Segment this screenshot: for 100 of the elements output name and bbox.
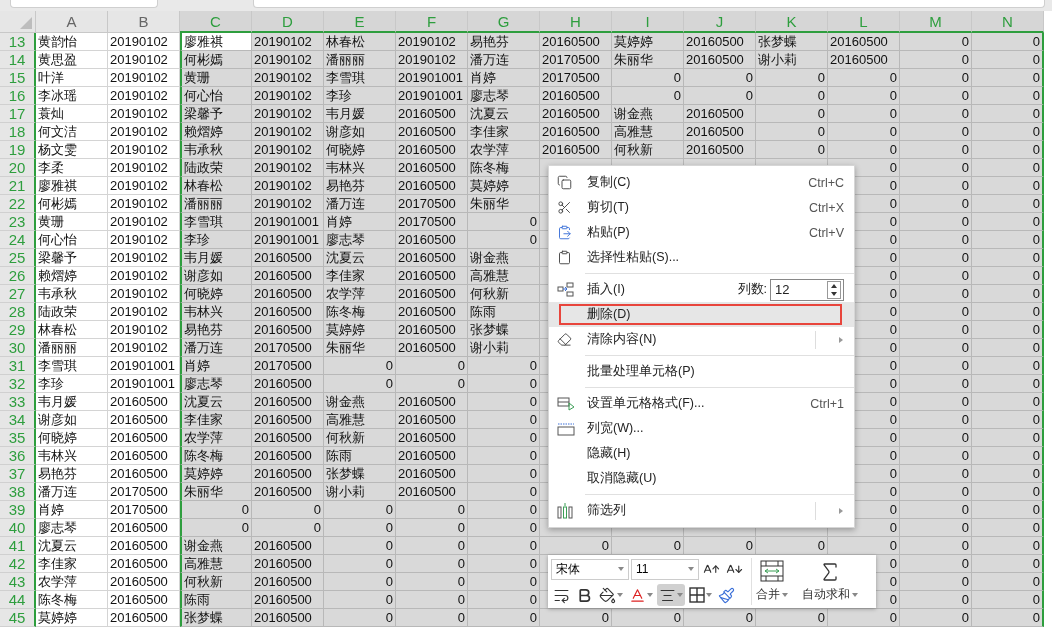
table-cell: 20160500 [828, 33, 900, 51]
column-header[interactable]: E [324, 11, 396, 33]
table-cell: 0 [468, 213, 540, 231]
column-header[interactable]: H [540, 11, 612, 33]
column-header[interactable]: L [828, 11, 900, 33]
row-header[interactable]: 38 [0, 483, 36, 501]
merge-button[interactable]: 合并 [751, 558, 792, 605]
column-header[interactable]: F [396, 11, 468, 33]
formula-field[interactable] [253, 0, 1045, 8]
row-header[interactable]: 18 [0, 123, 36, 141]
table-cell: 0 [324, 537, 396, 555]
table-cell: 20190102 [108, 321, 180, 339]
table-cell: 0 [396, 609, 468, 627]
row-header[interactable]: 17 [0, 105, 36, 123]
table-cell: 20190102 [108, 213, 180, 231]
table-cell: 潘万连 [324, 195, 396, 213]
table-cell: 20160500 [396, 267, 468, 285]
row-header[interactable]: 39 [0, 501, 36, 519]
table-cell: 李珍 [180, 231, 252, 249]
table-cell: 朱丽华 [468, 195, 540, 213]
row-header[interactable]: 20 [0, 159, 36, 177]
table-cell: 0 [972, 411, 1044, 429]
column-header[interactable]: D [252, 11, 324, 33]
table-cell: 0 [972, 231, 1044, 249]
table-cell: 廖志琴 [468, 87, 540, 105]
table-cell: 李佳家 [324, 267, 396, 285]
table-cell: 20160500 [252, 303, 324, 321]
caret-icon [688, 567, 694, 571]
row-header[interactable]: 41 [0, 537, 36, 555]
table-cell: 韦月媛 [324, 105, 396, 123]
row-header[interactable]: 19 [0, 141, 36, 159]
row-header[interactable]: 33 [0, 393, 36, 411]
table-cell: 0 [972, 303, 1044, 321]
row-header[interactable]: 24 [0, 231, 36, 249]
row-header[interactable]: 42 [0, 555, 36, 573]
table-cell: 20160500 [252, 267, 324, 285]
row-header[interactable]: 13 [0, 33, 36, 51]
row-header[interactable]: 43 [0, 573, 36, 591]
column-header[interactable]: A [36, 11, 108, 33]
row-header[interactable]: 23 [0, 213, 36, 231]
border-button[interactable] [687, 584, 714, 606]
row-header[interactable]: 28 [0, 303, 36, 321]
table-cell: 20160500 [396, 249, 468, 267]
table-cell: 黄思盈 [36, 51, 108, 69]
row-header[interactable]: 26 [0, 267, 36, 285]
column-header[interactable]: G [468, 11, 540, 33]
row-header[interactable]: 34 [0, 411, 36, 429]
submenu-arrow-icon [838, 506, 844, 515]
row-header[interactable]: 29 [0, 321, 36, 339]
row-header[interactable]: 36 [0, 447, 36, 465]
row-header[interactable]: 22 [0, 195, 36, 213]
row-header[interactable]: 32 [0, 375, 36, 393]
row-header[interactable]: 16 [0, 87, 36, 105]
table-cell: 李雪琪 [324, 69, 396, 87]
row-header[interactable]: 35 [0, 429, 36, 447]
menu-item[interactable]: 清除内容(N) [557, 327, 815, 352]
row-header[interactable]: 44 [0, 591, 36, 609]
table-cell: 廖雅祺 [180, 33, 252, 51]
font-dropdown[interactable]: 宋体 [551, 558, 629, 580]
table-cell: 20170500 [540, 69, 612, 87]
table-cell: 0 [972, 249, 1044, 267]
row-header[interactable]: 45 [0, 609, 36, 627]
row-header[interactable]: 37 [0, 465, 36, 483]
table-cell: 20170500 [396, 195, 468, 213]
table-cell: 20160500 [252, 249, 324, 267]
row-header[interactable]: 31 [0, 357, 36, 375]
table-cell: 韦林兴 [324, 159, 396, 177]
row-header[interactable]: 15 [0, 69, 36, 87]
table-cell: 韦林兴 [36, 447, 108, 465]
table-cell: 谢金燕 [324, 393, 396, 411]
column-header[interactable]: I [612, 11, 684, 33]
table-cell: 何秋新 [468, 285, 540, 303]
column-header[interactable]: M [900, 11, 972, 33]
table-cell: 20190102 [108, 123, 180, 141]
column-width-icon [557, 421, 575, 436]
row-header[interactable]: 30 [0, 339, 36, 357]
row-header[interactable]: 21 [0, 177, 36, 195]
table-cell: 0 [900, 501, 972, 519]
menu-item[interactable]: 插入(I) [557, 277, 738, 302]
table-cell: 20160500 [252, 573, 324, 591]
column-header[interactable]: N [972, 11, 1044, 33]
row-header[interactable]: 25 [0, 249, 36, 267]
table-cell: 0 [972, 429, 1044, 447]
row-header[interactable]: 14 [0, 51, 36, 69]
table-cell: 农学萍 [468, 141, 540, 159]
column-header[interactable]: C [180, 11, 252, 33]
column-header[interactable]: J [684, 11, 756, 33]
table-cell: 0 [756, 609, 828, 627]
column-header[interactable]: B [108, 11, 180, 33]
column-header[interactable]: K [756, 11, 828, 33]
menu-item[interactable]: 筛选列 [557, 498, 815, 523]
table-cell: 陈雨 [468, 303, 540, 321]
table-cell: 0 [972, 573, 1044, 591]
font-size-dropdown[interactable]: 11 [631, 558, 699, 580]
row-header[interactable]: 40 [0, 519, 36, 537]
table-cell: 0 [324, 357, 396, 375]
align-button[interactable] [657, 584, 685, 606]
column-count-spinner[interactable]: 12 [770, 278, 844, 301]
table-cell: 20160500 [252, 375, 324, 393]
row-header[interactable]: 27 [0, 285, 36, 303]
